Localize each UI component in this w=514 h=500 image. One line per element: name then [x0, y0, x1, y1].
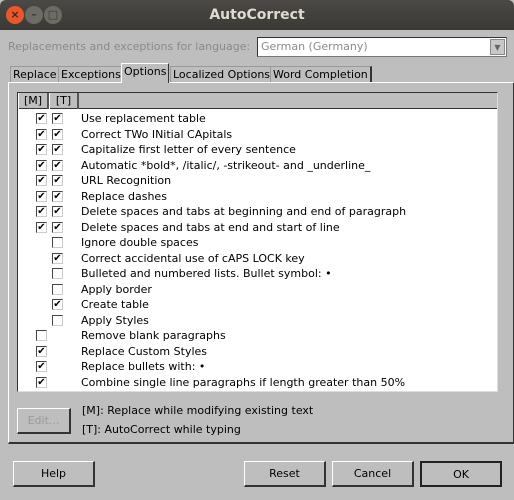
checkbox-t[interactable]: ✔: [52, 190, 63, 202]
checkbox-m[interactable]: ✔: [36, 144, 47, 155]
language-label: Replacements and exceptions for language…: [8, 40, 251, 53]
list-item[interactable]: ✔ ✔ Delete spaces and tabs at beginning an…: [18, 205, 497, 220]
checkbox-m[interactable]: ✔: [36, 175, 47, 186]
list-item-label: Correct accidental use of cAPS LOCK key: [81, 251, 305, 265]
checkbox-m[interactable]: ✔: [36, 361, 47, 372]
checkbox-t[interactable]: [52, 283, 63, 295]
checkbox-t[interactable]: ✔: [52, 144, 63, 155]
list-item-label: Create table: [81, 298, 149, 311]
list-item[interactable]: ✔ Replace bullets with: •: [18, 360, 497, 375]
list-item[interactable]: Remove blank paragraphs: [18, 329, 497, 344]
list-item-label: Replace Custom Styles: [81, 344, 208, 358]
list-item-label: Replace dashes: [81, 189, 167, 203]
window-title: AutoCorrect: [209, 7, 305, 23]
list-item-label: Remove blank paragraphs: [81, 329, 226, 342]
legend-m: [M]: Replace while modifying existing te…: [82, 404, 314, 417]
tab-options[interactable]: Options: [121, 63, 170, 83]
checkbox-m[interactable]: ✔: [36, 376, 47, 388]
chevron-down-icon[interactable]: ▼: [490, 39, 505, 55]
list-item-label: Correct TWo INitial CApitals: [81, 127, 233, 141]
tab-word-completion[interactable]: Word Completion: [270, 66, 372, 83]
checkbox-m[interactable]: ✔: [36, 128, 47, 140]
tab-localized-options[interactable]: Localized Options: [170, 66, 275, 83]
list-item-label: Ignore double spaces: [81, 236, 199, 249]
tab-replace[interactable]: Replace: [10, 66, 61, 83]
checkbox-t[interactable]: ✔: [52, 159, 63, 171]
list-item-label: URL Recognition: [81, 174, 172, 187]
list-item[interactable]: Bulleted and numbered lists. Bullet symb…: [18, 267, 497, 282]
help-button[interactable]: Help: [13, 461, 95, 487]
list-item[interactable]: ✔ ✔ Automatic *bold*, /italic/, -strikeout…: [18, 159, 497, 174]
list-item[interactable]: ✔ ✔ Correct TWo INitial CApitals: [18, 128, 497, 143]
header-t[interactable]: [T]: [49, 93, 79, 109]
list-item-label: Capitalize first letter of every sentenc…: [81, 143, 296, 156]
checkbox-t[interactable]: ✔: [52, 175, 63, 186]
list-item-label: Bulleted and numbered lists. Bullet symb…: [81, 267, 332, 280]
checkbox-m[interactable]: ✔: [36, 190, 47, 202]
checkbox-t[interactable]: [52, 237, 63, 248]
list-item[interactable]: ✔ ✔ Use replacement table: [18, 112, 497, 127]
checkbox-t[interactable]: ✔: [52, 221, 63, 233]
checkbox-m[interactable]: ✔: [36, 206, 47, 217]
language-select[interactable]: German (Germany) ▼: [257, 37, 507, 57]
tab-exceptions[interactable]: Exceptions: [58, 66, 125, 83]
list-item-label: Apply border: [81, 282, 152, 296]
options-list[interactable]: [M] [T] ✔ ✔ Use replacement table ✔ ✔ Correct…: [17, 92, 498, 392]
checkbox-m[interactable]: ✔: [36, 113, 47, 124]
list-item-label: Delete spaces and tabs at end and start …: [81, 220, 340, 234]
list-item-label: Replace bullets with: •: [81, 360, 206, 373]
list-header: [M] [T]: [18, 93, 497, 109]
checkbox-t[interactable]: ✔: [52, 206, 63, 217]
checkbox-t[interactable]: ✔: [52, 299, 63, 310]
list-item[interactable]: ✔ Correct accidental use of cAPS LOCK key: [18, 252, 497, 267]
edit-button[interactable]: Edit...: [17, 408, 71, 434]
list-item[interactable]: ✔ ✔ Capitalize first letter of every sente…: [18, 143, 497, 158]
checkbox-m[interactable]: [36, 330, 47, 341]
list-item[interactable]: Apply Styles: [18, 314, 497, 329]
checkbox-t[interactable]: ✔: [52, 128, 63, 140]
checkbox-t[interactable]: ✔: [52, 113, 63, 124]
title-bar: × – □ AutoCorrect: [0, 0, 514, 30]
checkbox-m[interactable]: ✔: [36, 159, 47, 171]
list-item[interactable]: ✔ Create table: [18, 298, 497, 313]
checkbox-m[interactable]: ✔: [36, 221, 47, 233]
checkbox-t[interactable]: [52, 314, 63, 326]
list-item[interactable]: ✔ ✔ Delete spaces and tabs at end and star…: [18, 221, 497, 236]
ok-button[interactable]: OK: [420, 461, 502, 487]
cancel-button[interactable]: Cancel: [332, 461, 414, 487]
header-m[interactable]: [M]: [18, 93, 49, 109]
list-item[interactable]: Ignore double spaces: [18, 236, 497, 251]
list-item[interactable]: ✔ ✔ URL Recognition: [18, 174, 497, 189]
checkbox-t[interactable]: ✔: [52, 252, 63, 264]
legend-t: [T]: AutoCorrect while typing: [82, 423, 241, 436]
reset-button[interactable]: Reset: [244, 461, 326, 487]
list-item[interactable]: ✔ Combine single line paragraphs if lengt…: [18, 376, 497, 391]
list-item[interactable]: ✔ ✔ Replace dashes: [18, 190, 497, 205]
list-item-label: Apply Styles: [81, 313, 149, 327]
list-item[interactable]: ✔ Replace Custom Styles: [18, 345, 497, 360]
checkbox-m[interactable]: ✔: [36, 345, 47, 357]
list-item-label: Delete spaces and tabs at beginning and …: [81, 205, 407, 218]
checkbox-t[interactable]: [52, 268, 63, 279]
list-item-label: Use replacement table: [81, 112, 206, 125]
language-value: German (Germany): [261, 40, 368, 53]
list-item-label: Automatic *bold*, /italic/, -strikeout- …: [81, 158, 371, 172]
list-item-label: Combine single line paragraphs if length…: [81, 375, 406, 389]
list-item[interactable]: Apply border: [18, 283, 497, 298]
